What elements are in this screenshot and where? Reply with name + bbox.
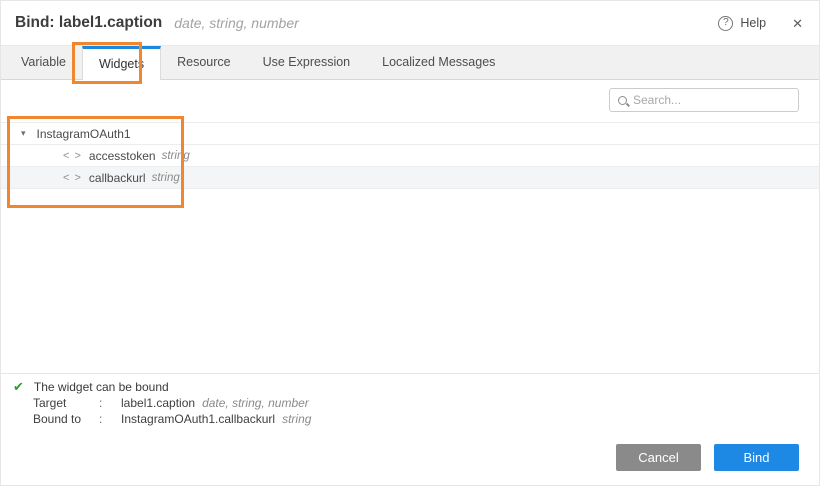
help-icon: ? (718, 16, 733, 31)
search-box (609, 88, 799, 112)
search-icon (618, 96, 627, 105)
tab-variable[interactable]: Variable (5, 46, 82, 79)
help-label: Help (740, 16, 766, 30)
tab-localized-messages[interactable]: Localized Messages (366, 46, 511, 79)
tab-resource[interactable]: Resource (161, 46, 247, 79)
status-target-type: date, string, number (202, 396, 309, 410)
help-button[interactable]: ? Help (718, 16, 766, 31)
caret-down-icon[interactable]: ▾ (21, 128, 26, 139)
status-message: The widget can be bound (34, 380, 169, 394)
dialog-footer: Cancel Bind (1, 430, 819, 485)
tree-leaf-label: callbackurl (89, 171, 146, 185)
tab-use-expression[interactable]: Use Expression (247, 46, 367, 79)
tree-row-callbackurl[interactable]: < > callbackurl string (1, 167, 819, 189)
status-boundto-type: string (282, 412, 311, 426)
dialog-subtitle: date, string, number (174, 15, 299, 31)
status-boundto-value: InstagramOAuth1.callbackurl (121, 412, 275, 426)
dialog-header: Bind: label1.caption date, string, numbe… (1, 1, 819, 45)
check-icon: ✔ (13, 379, 24, 395)
code-icon: < > (63, 172, 82, 184)
tab-bar: Variable Widgets Resource Use Expression… (1, 45, 819, 80)
search-input[interactable] (633, 93, 790, 107)
status-label: Bound to (33, 411, 99, 427)
tree-row-accesstoken[interactable]: < > accesstoken string (1, 145, 819, 167)
close-icon[interactable]: ✕ (792, 17, 803, 30)
tree-row-root[interactable]: ▾ InstagramOAuth1 (1, 123, 819, 145)
code-icon: < > (63, 150, 82, 162)
tree-leaf-type: string (162, 150, 190, 162)
binding-status-panel: ✔ The widget can be bound Target : label… (1, 373, 819, 432)
status-row-bound-to: Bound to : InstagramOAuth1.callbackurlst… (1, 411, 819, 427)
status-row-target: Target : label1.captiondate, string, num… (1, 395, 819, 411)
widget-tree: ▾ InstagramOAuth1 < > accesstoken string… (1, 122, 819, 189)
tree-root-label: InstagramOAuth1 (37, 127, 131, 141)
tree-leaf-label: accesstoken (89, 149, 156, 163)
dialog-title: Bind: label1.caption (15, 14, 162, 32)
cancel-button[interactable]: Cancel (616, 444, 701, 471)
bind-dialog: Bind: label1.caption date, string, numbe… (0, 0, 820, 486)
tree-leaf-type: string (152, 172, 180, 184)
tab-widgets[interactable]: Widgets (82, 46, 161, 80)
status-label: Target (33, 395, 99, 411)
bind-button[interactable]: Bind (714, 444, 799, 471)
status-target-value: label1.caption (121, 396, 195, 410)
